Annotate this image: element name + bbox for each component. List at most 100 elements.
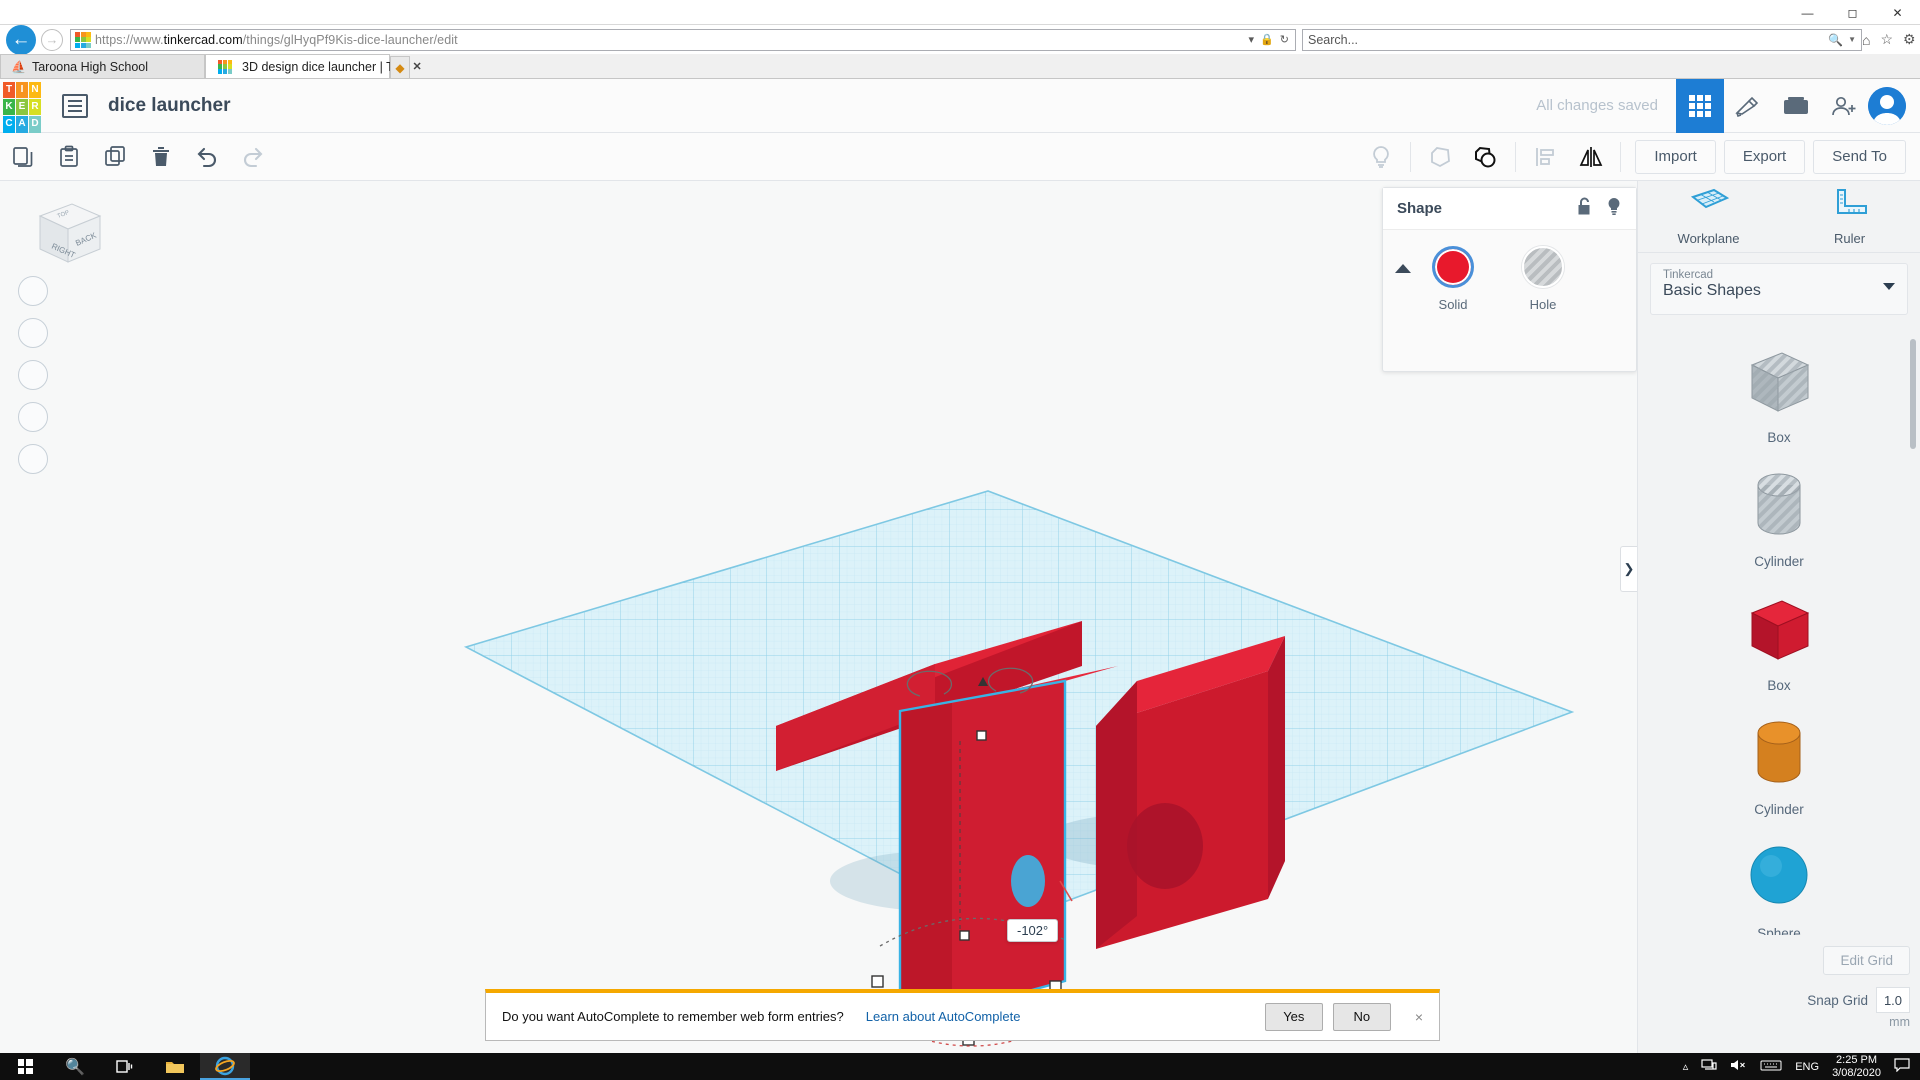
edit-grid-button[interactable]: Edit Grid [1823,946,1910,975]
shape-inspector-panel: Shape [1382,187,1637,372]
clock[interactable]: 2:25 PM 3/08/2020 [1832,1054,1881,1079]
autocomplete-learn-link[interactable]: Learn about AutoComplete [866,1009,1021,1024]
keyboard-icon[interactable] [1760,1059,1782,1075]
ungroup-shape-icon[interactable] [1463,133,1509,181]
nav-zoom-out-button[interactable] [18,402,48,432]
autocomplete-no-button[interactable]: No [1333,1003,1391,1031]
tab-close-icon[interactable]: ✕ [412,60,421,73]
browser-tab-0[interactable]: ⛵ Taroona High School [0,54,205,78]
page-title[interactable]: dice launcher [108,95,231,117]
grid-controls: Edit Grid Snap Grid 1.0 mm [1807,946,1910,1029]
search-icon[interactable]: 🔍 [50,1053,100,1080]
refresh-icon[interactable]: ↻ [1280,33,1289,46]
settings-gear-icon[interactable]: ⚙ [1903,31,1916,48]
search-input[interactable]: Search... 🔍 ▼ [1302,29,1862,51]
shape-library-list[interactable]: Box Cylinder Box [1638,329,1920,935]
sidebar-tool-workplane[interactable]: Workplane [1654,187,1764,246]
file-explorer-icon[interactable] [150,1053,200,1080]
align-icon[interactable] [1522,133,1568,181]
lightbulb-icon[interactable] [1606,197,1622,221]
gallery-icon[interactable] [1772,79,1820,133]
forward-button[interactable]: → [41,29,63,51]
send-to-button[interactable]: Send To [1813,140,1906,174]
address-bar[interactable]: https://www.tinkercad.com/things/glHyqPf… [70,29,1296,51]
panel-toggle-button[interactable]: ❯ [1620,546,1637,592]
avatar[interactable] [1868,87,1906,125]
library-shape-item[interactable]: Cylinder [1638,715,1920,817]
workplane-label: Workplane [1654,231,1764,246]
lock-icon[interactable]: 🔒 [1260,33,1274,46]
sidebar-scrollbar[interactable] [1910,339,1916,449]
library-select[interactable]: Tinkercad Basic Shapes [1650,263,1908,315]
minimize-button[interactable]: — [1785,0,1830,25]
import-button[interactable]: Import [1635,140,1716,174]
shape-option-hole[interactable]: Hole [1507,246,1579,312]
library-select-wrap: Tinkercad Basic Shapes [1638,253,1920,323]
sidebar-tool-ruler[interactable]: Ruler [1795,187,1905,246]
unlock-icon[interactable] [1577,197,1594,221]
redo-icon[interactable] [230,133,276,181]
add-person-icon[interactable] [1820,79,1868,133]
screen: — ◻ ✕ ← → https://www.tinkercad.com/thin… [0,0,1920,1080]
undo-icon[interactable] [184,133,230,181]
close-button[interactable]: ✕ [1875,0,1920,25]
nav-orbit-button[interactable] [18,444,48,474]
library-shape-item[interactable]: Cylinder [1638,467,1920,569]
export-button[interactable]: Export [1724,140,1805,174]
logo-letter: A [16,116,28,132]
solid-color-swatch[interactable] [1432,246,1474,288]
lightbulb-icon[interactable] [1358,133,1404,181]
browser-tab-1[interactable]: 3D design dice launcher | Ti... ✕ [205,54,390,78]
delete-trash-icon[interactable] [138,133,184,181]
shape-inspector-body: Solid Hole [1383,230,1636,312]
search-magnifier-icon[interactable]: 🔍 [1828,33,1843,47]
autocomplete-notification-bar: Do you want AutoComplete to remember web… [485,989,1440,1041]
tinkercad-logo[interactable]: T I N K E R C A D [0,79,44,133]
library-shape-name: Cylinder [1638,554,1920,569]
logo-letter: K [3,99,15,115]
shape-option-solid[interactable]: Solid [1417,246,1489,312]
library-shape-item[interactable]: Box [1638,591,1920,693]
snap-grid-input[interactable]: 1.0 [1876,987,1910,1013]
snap-grid-row: Snap Grid 1.0 [1807,987,1910,1013]
shape-panel-title: Shape [1397,200,1442,217]
hamburger-menu-icon[interactable] [62,94,88,118]
3d-canvas[interactable]: -102° RIGHT BACK TOP ❯ Shape [0,181,1920,1053]
language-indicator[interactable]: ENG [1795,1061,1819,1073]
autocomplete-question: Do you want AutoComplete to remember web… [502,1009,844,1024]
home-icon[interactable]: ⌂ [1862,32,1870,48]
group-shape-icon[interactable] [1417,133,1463,181]
nav-home-view-button[interactable] [18,276,48,306]
library-selected-value: Basic Shapes [1663,282,1895,300]
windows-start-icon[interactable] [0,1053,50,1080]
chevron-down-icon[interactable]: ▾ [1249,33,1255,46]
close-icon[interactable]: × [1415,1009,1423,1025]
task-view-icon[interactable] [100,1053,150,1080]
collapse-triangle-icon[interactable] [1395,264,1411,273]
maximize-button[interactable]: ◻ [1830,0,1875,25]
paste-icon[interactable] [46,133,92,181]
mirror-icon[interactable] [1568,133,1614,181]
chevron-down-icon[interactable] [1883,283,1895,290]
edit-pencil-icon[interactable] [1724,79,1772,133]
internet-explorer-icon[interactable] [200,1053,250,1080]
favorites-star-icon[interactable]: ☆ [1880,31,1893,48]
nav-zoom-in-button[interactable] [18,360,48,390]
grid-apps-icon[interactable] [1676,79,1724,133]
autocomplete-yes-button[interactable]: Yes [1265,1003,1323,1031]
search-chevron-down-icon[interactable]: ▼ [1848,35,1856,44]
view-cube[interactable]: RIGHT BACK TOP [20,196,100,266]
duplicate-icon[interactable] [92,133,138,181]
library-shape-item[interactable]: Sphere [1638,839,1920,935]
network-icon[interactable] [1701,1058,1717,1075]
show-hidden-icons-chevron[interactable]: ▵ [1683,1060,1689,1073]
new-tab-button[interactable]: ◆ [390,56,410,78]
back-button[interactable]: ← [6,25,36,55]
notification-icon[interactable] [1894,1058,1910,1075]
volume-muted-icon[interactable] [1730,1058,1747,1075]
nav-fit-all-button[interactable] [18,318,48,348]
copy-icon[interactable] [0,133,46,181]
hole-label: Hole [1507,297,1579,312]
library-shape-item[interactable]: Box [1638,343,1920,445]
hole-swatch[interactable] [1522,246,1564,288]
